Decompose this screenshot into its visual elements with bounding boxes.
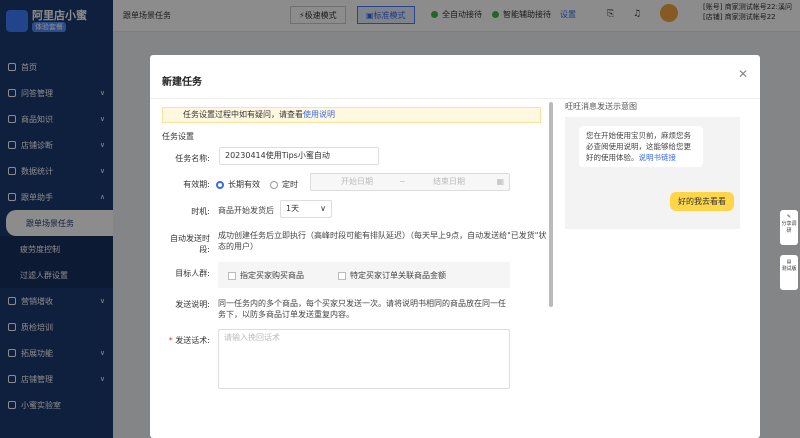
close-icon[interactable]: ✕ [738,67,748,81]
chevron-down-icon: ∨ [320,204,326,213]
preview-reply: 好的我去看看 [670,192,734,211]
name-label: 任务名称: [175,154,210,163]
target-option-1[interactable]: 指定买家购买商品 [228,270,304,281]
tip-banner: 任务设置过程中如有疑问，请查看使用说明 [162,107,541,123]
share-survey-button[interactable]: ✎ 分享调研 [780,210,798,245]
radio-icon [270,180,278,189]
task-name-input[interactable]: 20230414使用Tips小蜜自动 [219,147,379,165]
timing-select[interactable]: 1天 ∨ [280,200,332,218]
new-task-modal: 新建任务 ✕ 任务设置过程中如有疑问，请查看使用说明 任务设置 任务名称: 20… [150,55,760,438]
timed-radio[interactable]: 定时 [270,179,298,190]
target-option-2[interactable]: 特定买家订单关联商品金额 [338,270,446,281]
help-link[interactable]: 使用说明 [303,110,335,119]
target-box: 指定买家购买商品 特定买家订单关联商品金额 [218,262,510,288]
divider [150,98,760,99]
desc-label: 发送说明: [175,300,210,309]
long-term-radio[interactable]: 长期有效 [216,179,260,190]
desc-text: 同一任务内的多个商品，每个买家只发送一次。请将说明书相同的商品放在同一任务下，以… [218,299,506,319]
calendar-icon: ▦ [496,177,504,186]
validity-label: 有效期: [183,180,210,189]
timing-label: 时机: [191,207,210,216]
modal-title: 新建任务 [162,77,202,88]
auto-send-label: 自动发送时段: [170,234,210,254]
target-label: 目标人群: [175,269,210,278]
watermark: 知乎 @店小蜜训练师-陈 [533,397,727,418]
section-title: 任务设置 [162,132,194,141]
script-label: * 发送话术: [168,336,210,345]
checkbox-icon [228,271,236,280]
beta-button[interactable]: ▤ 测试版 [780,255,798,290]
radio-checked-icon [216,180,224,189]
scrollbar[interactable] [549,102,553,307]
date-range-input[interactable]: 开始日期 ~ 结束日期 ▦ [310,173,510,191]
timing-desc: 商品开始发货后 [218,206,274,215]
preview-title: 旺旺消息发送示意图 [565,102,637,111]
checkbox-icon [338,271,346,280]
auto-send-desc: 成功创建任务后立即执行（高峰时段可能有排队延迟）（每天早上9点，自动发送给"已发… [218,231,547,251]
preview-message: 您在开始使用宝贝前，麻烦您务必查阅使用说明，这能够给您更好的使用体验。说明书链接 [579,126,703,167]
script-textarea[interactable]: 请输入挽回话术 [218,329,510,389]
preview-phone: 您在开始使用宝贝前，麻烦您务必查阅使用说明，这能够给您更好的使用体验。说明书链接… [565,117,740,229]
right-rail: ✎ 分享调研 ▤ 测试版 [778,210,800,290]
manual-link: 说明书链接 [638,153,677,162]
